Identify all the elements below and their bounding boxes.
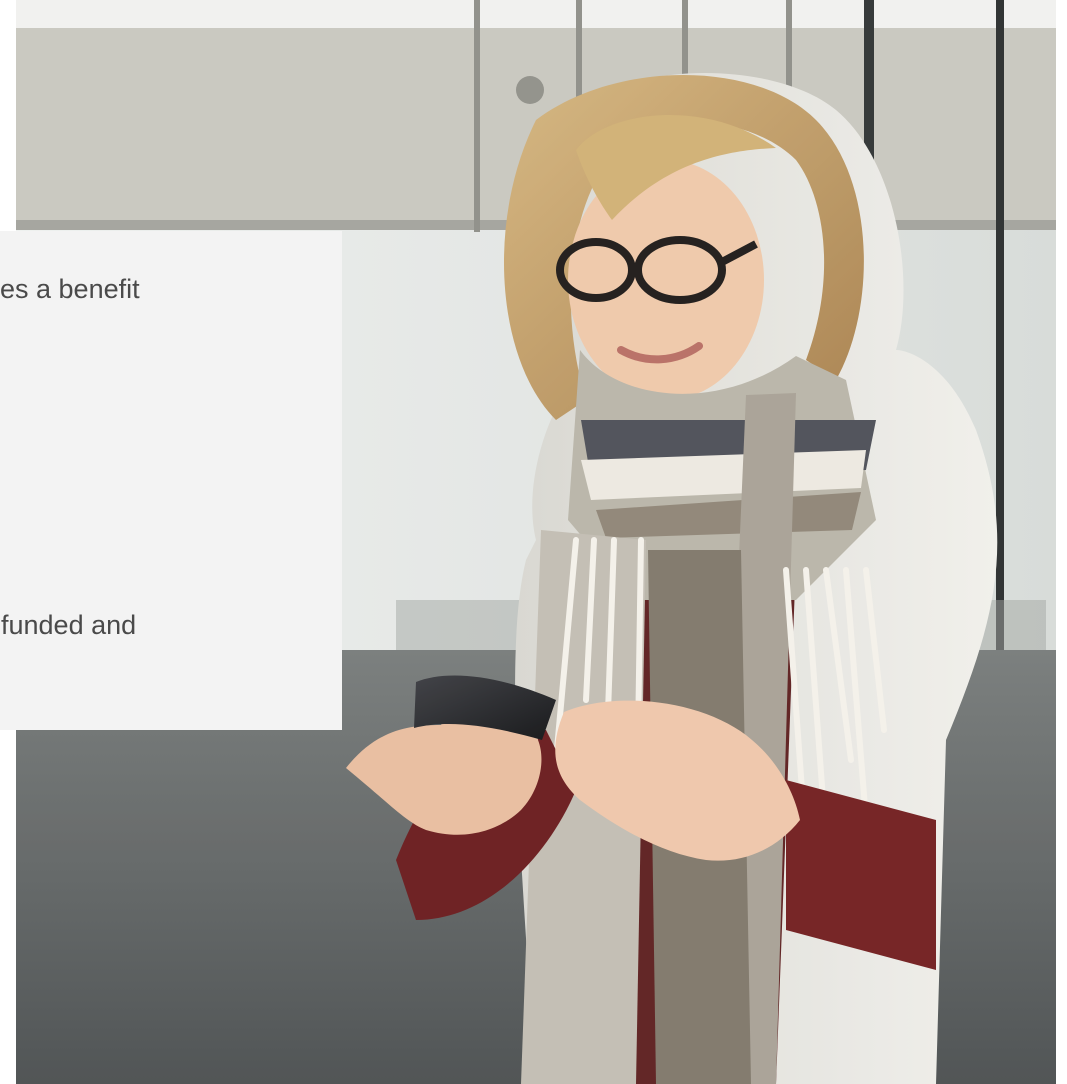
card-text-line-2-value: funded and [1,610,137,640]
page: es a benefit funded and [0,0,1067,1084]
card-text-line-1-value: es a benefit [0,274,140,304]
overlay-card [0,231,342,730]
